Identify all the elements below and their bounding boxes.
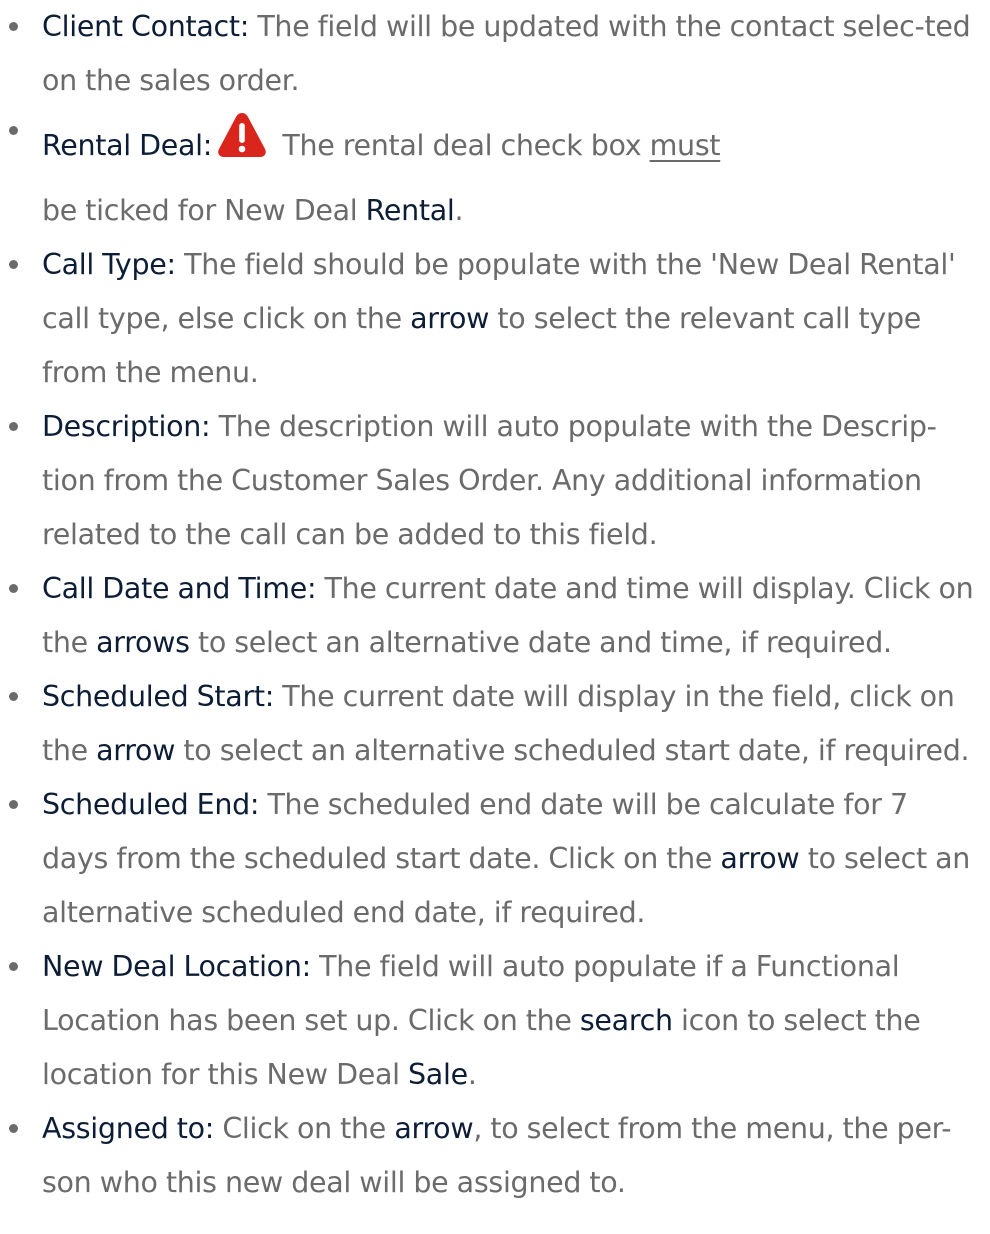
field-description-list: Client Contact: The field will be update…: [0, 0, 990, 1210]
keyword-search: search: [579, 1004, 673, 1037]
keyword-arrow: arrow: [410, 302, 490, 335]
keyword-rental: Rental: [365, 194, 455, 227]
list-item-assigned-to: Assigned to: Click on the arrow, to sele…: [0, 1102, 990, 1210]
list-item-scheduled-start: Scheduled Start: The current date will d…: [0, 670, 990, 778]
keyword-sale: Sale: [408, 1058, 468, 1091]
text-rental-deal-pre: The rental deal check box: [274, 129, 650, 162]
keyword-arrow: arrow: [96, 734, 176, 767]
text-assigned-pre: Click on the: [214, 1112, 395, 1145]
term-scheduled-end: Scheduled End:: [42, 788, 260, 821]
keyword-arrow: arrow: [720, 842, 800, 875]
term-call-date-time: Call Date and Time:: [42, 572, 317, 605]
list-item-scheduled-end: Scheduled End: The scheduled end date wi…: [0, 778, 990, 940]
term-scheduled-start: Scheduled Start:: [42, 680, 275, 713]
text-rental-deal-mid: be ticked for New Deal: [42, 194, 366, 227]
text-rental-deal-post: .: [454, 194, 464, 227]
term-client-contact: Client Contact:: [42, 10, 250, 43]
underlined-must: must: [649, 129, 721, 162]
list-item-client-contact: Client Contact: The field will be update…: [0, 0, 990, 108]
warning-triangle-icon: [216, 109, 268, 161]
term-assigned-to: Assigned to:: [42, 1112, 215, 1145]
list-item-rental-deal: Rental Deal: The rental deal check box m…: [0, 108, 990, 238]
term-description: Description:: [42, 410, 211, 443]
keyword-arrows: arrows: [96, 626, 190, 659]
list-item-call-type: Call Type: The field should be populate …: [0, 238, 990, 400]
term-new-deal-location: New Deal Location:: [42, 950, 311, 983]
term-call-type: Call Type:: [42, 248, 176, 281]
list-item-call-date-time: Call Date and Time: The current date and…: [0, 562, 990, 670]
text-scheduled-start-post: to select an alternative scheduled start…: [175, 734, 970, 767]
list-item-description: Description: The description will auto p…: [0, 400, 990, 562]
keyword-arrow: arrow: [394, 1112, 474, 1145]
text-call-date-post: to select an alternative date and time, …: [189, 626, 892, 659]
text-location-post: .: [467, 1058, 477, 1091]
list-item-new-deal-location: New Deal Location: The field will auto p…: [0, 940, 990, 1102]
term-rental-deal: Rental Deal:: [42, 129, 213, 162]
